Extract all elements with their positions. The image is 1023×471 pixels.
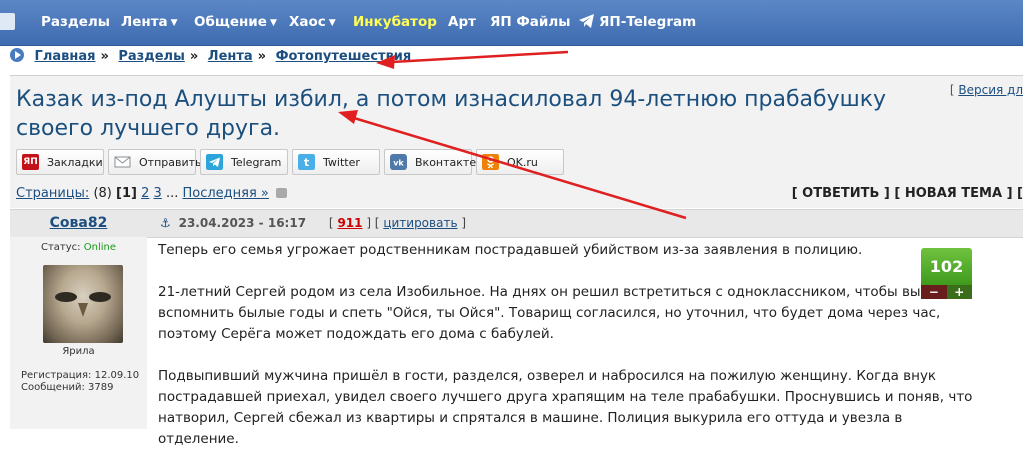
telegram-icon — [206, 154, 223, 170]
nav-item-yap-telegram[interactable]: ЯП-Telegram — [579, 0, 696, 45]
yap-bookmark-icon: ЯП — [22, 154, 39, 170]
chevron-down-icon: ▼ — [328, 18, 336, 28]
nav-item-label: Хаос — [289, 14, 326, 30]
page-dropdown-icon[interactable] — [276, 188, 288, 198]
breadcrumb-lenta[interactable]: Лента — [208, 49, 253, 64]
quote-link[interactable]: цитировать — [383, 216, 457, 230]
share-send-button[interactable]: Отправить — [108, 149, 202, 175]
breadcrumb-separator: » — [100, 49, 109, 64]
breadcrumb-fotoputeshestviya[interactable]: Фотопутешествия — [276, 49, 412, 64]
pages-label[interactable]: Страницы: — [16, 186, 89, 201]
chevron-down-icon: ▼ — [269, 18, 277, 28]
registration-date: Регистрация: 12.09.10 — [21, 370, 140, 381]
share-button-label: Отправить — [139, 156, 202, 169]
share-button-label: Вконтакте — [415, 156, 477, 169]
avatar-beak — [78, 303, 88, 317]
post-count: Сообщений: 3789 — [21, 382, 114, 393]
anchor-icon[interactable]: ⚓ — [160, 216, 171, 230]
post-author: Сова82 — [10, 210, 147, 237]
post-date: 23.04.2023 - 16:17 — [178, 216, 307, 230]
share-ok-button[interactable]: OK.ru — [476, 149, 564, 175]
reply-button[interactable]: [ ОТВЕТИТЬ ] — [792, 186, 890, 201]
arrow-to-breadcrumb — [391, 50, 569, 64]
page-ellipsis: ... — [165, 186, 179, 201]
post-rating: 102 − + — [921, 248, 972, 299]
rating-minus-button[interactable]: − — [921, 285, 947, 299]
twitter-icon: t — [298, 154, 315, 170]
envelope-icon — [114, 156, 131, 168]
rating-plus-button[interactable]: + — [946, 285, 972, 299]
share-twitter-button[interactable]: t Twitter — [292, 149, 380, 175]
print-version: [ Версия дл — [950, 83, 1023, 97]
nav-item-label: Общение — [194, 14, 267, 30]
post-paragraph: 21-летний Сергей родом из села Изобильно… — [158, 284, 959, 342]
share-bookmarks-button[interactable]: ЯП Закладки — [16, 149, 104, 175]
nav-item-label: Лента — [121, 14, 168, 30]
nav-item-razdely[interactable]: Разделы — [41, 0, 110, 45]
share-button-label: OK.ru — [507, 156, 538, 169]
breadcrumb-separator: » — [257, 49, 267, 64]
post-meta: ⚓ 23.04.2023 - 16:17 [ 911 ] [ цитироват… — [160, 216, 467, 230]
nav-item-yap-files[interactable]: ЯП Файлы — [490, 0, 570, 45]
breadcrumb-razdely[interactable]: Разделы — [118, 49, 184, 64]
share-telegram-button[interactable]: Telegram — [200, 149, 288, 175]
share-button-label: Telegram — [231, 156, 282, 169]
status-label: Статус: — [41, 242, 81, 253]
svg-text:vk: vk — [393, 159, 404, 168]
avatar-eye — [55, 292, 77, 302]
chevron-down-icon: ▼ — [170, 18, 178, 28]
post-paragraph: Подвыпивший мужчина пришёл в гости, разд… — [158, 368, 973, 447]
more-actions[interactable]: [ — [1017, 186, 1023, 201]
rating-controls: − + — [921, 285, 972, 299]
nav-item-khaos[interactable]: Хаос ▼ — [289, 0, 336, 45]
user-status: Статус: Online — [10, 242, 147, 253]
page-count: (8) — [93, 186, 112, 201]
print-version-link[interactable]: Версия дл — [958, 83, 1023, 97]
version-bracket: [ — [949, 83, 955, 97]
breadcrumb-home[interactable]: Главная — [35, 49, 96, 64]
odnoklassniki-icon — [482, 154, 499, 170]
nav-item-obshchenie[interactable]: Общение ▼ — [194, 0, 277, 45]
share-vk-button[interactable]: vk Вконтакте — [384, 149, 476, 175]
breadcrumb-separator: » — [189, 49, 199, 64]
nav-item-label: ЯП-Telegram — [599, 14, 697, 30]
topic-title: Казак из-под Алушты избил, а потом изнас… — [16, 87, 887, 141]
avatar-eye — [89, 292, 111, 302]
page-link-2[interactable]: 2 — [141, 186, 149, 201]
share-button-label: Закладки — [47, 156, 103, 169]
last-page-link[interactable]: Последняя » — [182, 186, 268, 201]
pagination: Страницы: (8) [1] 2 3 ... Последняя » — [16, 186, 288, 201]
top-navigation: Разделы Лента ▼ Общение ▼ Хаос ▼ Инкубатор … — [0, 0, 1023, 46]
topic-header: Казак из-под Алушты избил, а потом изнас… — [10, 75, 1023, 146]
avatar-caption: Ярила — [62, 346, 95, 357]
post-number[interactable]: 911 — [337, 216, 362, 230]
site-logo-icon[interactable] — [0, 13, 15, 30]
topic-actions: [ ОТВЕТИТЬ ] [ НОВАЯ ТЕМА ] [ — [792, 186, 1023, 201]
current-page: [1] — [116, 186, 137, 201]
breadcrumb-play-icon — [10, 48, 24, 62]
page-link-3[interactable]: 3 — [154, 186, 162, 201]
author-link[interactable]: Сова82 — [50, 215, 108, 231]
post-body: Теперь его семья угрожает родственникам … — [158, 240, 978, 471]
telegram-icon — [579, 14, 594, 28]
avatar[interactable] — [43, 265, 123, 343]
vk-icon: vk — [390, 154, 407, 170]
user-stats: Регистрация: 12.09.10 Сообщений: 3789 — [21, 370, 139, 394]
nav-item-art[interactable]: Арт — [448, 0, 476, 45]
post-paragraph: Теперь его семья угрожает родственникам … — [158, 242, 863, 258]
pagination-bar: Страницы: (8) [1] 2 3 ... Последняя » [ … — [10, 181, 1023, 208]
post-header: Сова82 ⚓ 23.04.2023 - 16:17 [ 911 ] [ ци… — [10, 209, 1023, 238]
user-info: Статус: Online Ярила Регистрация: 12.09.… — [10, 237, 147, 429]
status-online: Online — [83, 242, 116, 253]
breadcrumb: Главная » Разделы » Лента » Фотопутешествия — [10, 48, 411, 64]
rating-score: 102 — [921, 248, 972, 285]
share-button-label: Twitter — [323, 156, 360, 169]
new-topic-button[interactable]: [ НОВАЯ ТЕМА ] — [894, 186, 1012, 201]
nav-item-inkubator[interactable]: Инкубатор — [353, 0, 437, 45]
svg-text:t: t — [304, 156, 309, 169]
share-bar: ЯП Закладки Отправить Telegram t Twitter… — [10, 145, 1023, 181]
nav-item-lenta[interactable]: Лента ▼ — [121, 0, 178, 45]
